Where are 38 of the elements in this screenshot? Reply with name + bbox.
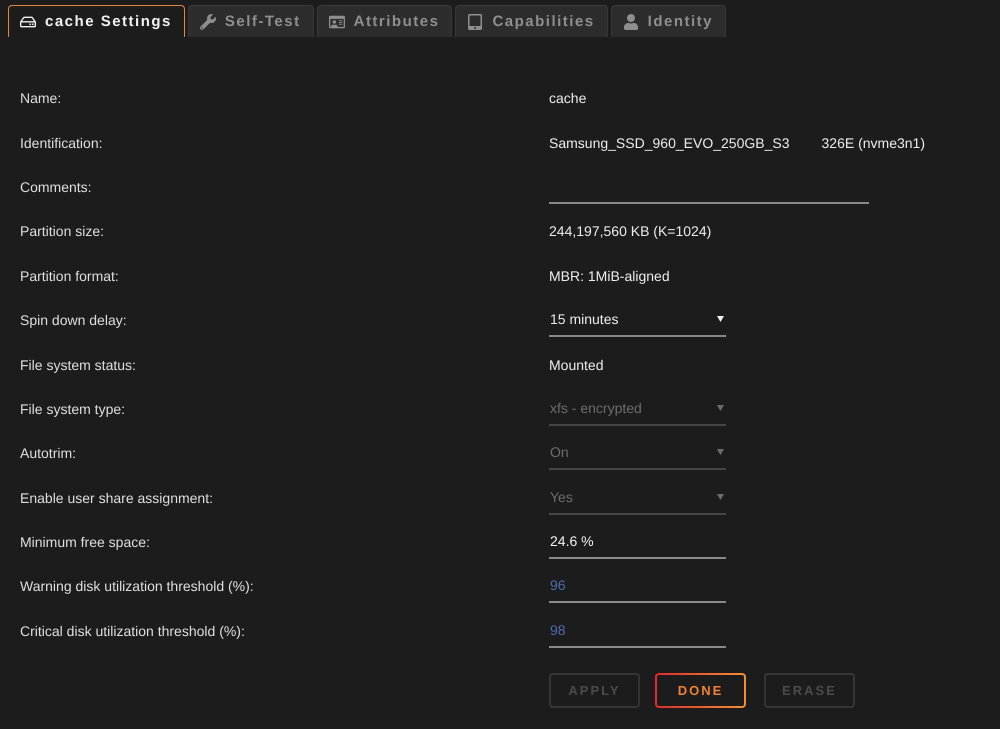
field-label: Comments:: [20, 178, 92, 195]
id-card-icon: [328, 14, 345, 30]
field-value: 244,197,560 KB (K=1024): [549, 223, 712, 240]
field-label: File system type:: [20, 400, 126, 417]
field-label: Critical disk utilization threshold (%):: [20, 622, 245, 639]
tablet-icon: [467, 14, 484, 30]
field-value: 326E (nvme3n1): [822, 134, 926, 151]
field-value: MBR: 1MiB-aligned: [549, 268, 670, 284]
field-label: Warning disk utilization threshold (%):: [20, 578, 254, 594]
tab[interactable]: Attributes: [316, 5, 452, 37]
input-field[interactable]: 24.6 %: [549, 525, 726, 560]
caret-icon: [717, 404, 724, 411]
dropdown[interactable]: 15 minutes: [549, 303, 726, 338]
field-value: cache: [549, 90, 586, 106]
caret-icon: [717, 449, 724, 456]
field-label: Enable user share assignment:: [20, 490, 213, 506]
wrench-icon: [200, 14, 216, 30]
caret-icon: [717, 494, 724, 500]
tab[interactable]: Self-Test: [188, 5, 314, 37]
field-label: Identification:: [20, 134, 102, 151]
action-button[interactable]: DONE: [655, 672, 746, 708]
input-field[interactable]: 98: [549, 614, 726, 648]
field-label: Autotrim:: [20, 445, 76, 462]
field-value: Samsung_SSD_960_EVO_250GB_S3: [549, 134, 790, 151]
user-icon: [622, 14, 639, 30]
caret-icon: [717, 316, 724, 322]
field-label: Partition size:: [20, 223, 104, 240]
field-label: Minimum free space:: [20, 534, 150, 550]
field-label: File system status:: [20, 356, 136, 373]
field-label: Spin down delay:: [20, 312, 127, 328]
tab[interactable]: Identity: [610, 5, 726, 37]
field-value: Mounted: [549, 356, 604, 373]
input-field[interactable]: 96: [549, 569, 726, 604]
hard-drive-icon: [20, 14, 36, 30]
field-label: Name:: [20, 90, 62, 106]
field-label: Partition format:: [20, 268, 119, 284]
tab[interactable]: cache Settings: [8, 5, 185, 37]
tab[interactable]: Capabilities: [455, 5, 608, 37]
